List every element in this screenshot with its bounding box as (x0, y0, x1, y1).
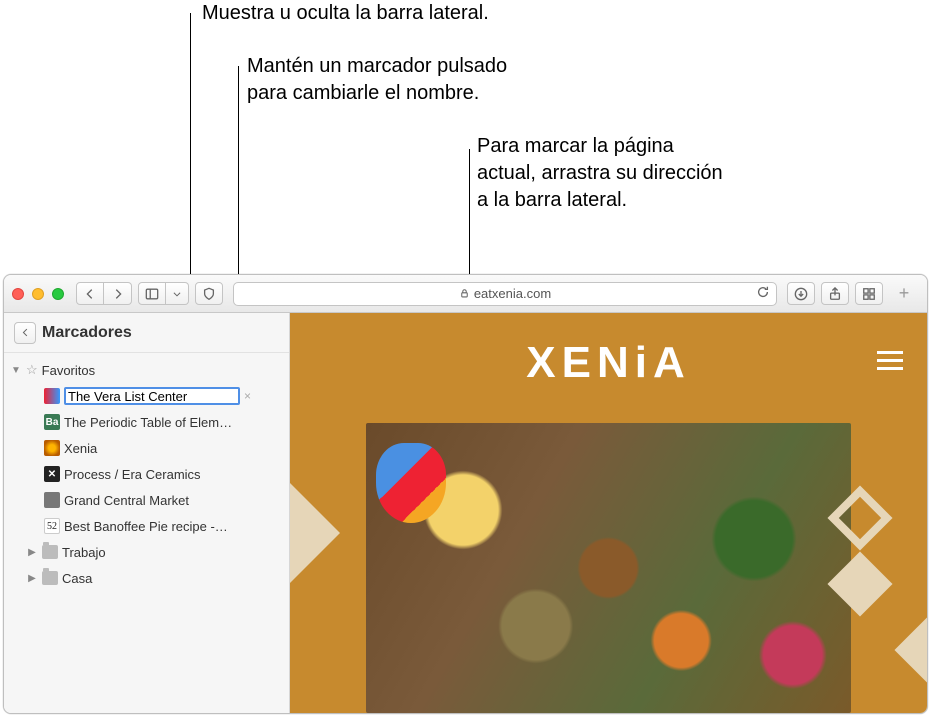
webpage-content: XENiA (290, 313, 927, 713)
lock-icon (459, 288, 470, 299)
bookmark-label: Best Banoffee Pie recipe -… (64, 519, 289, 534)
plus-icon: + (899, 283, 910, 304)
bookmark-item-gcm[interactable]: Grand Central Market (4, 487, 289, 513)
reload-icon (756, 285, 770, 299)
favicon (44, 492, 60, 508)
site-logo: XENiA (526, 338, 690, 388)
close-window-button[interactable] (12, 288, 24, 300)
folder-trabajo[interactable]: ▶ Trabajo (4, 539, 289, 565)
shield-icon (202, 287, 216, 301)
chevron-left-icon (20, 327, 31, 338)
chevron-right-icon (111, 287, 125, 301)
callout-line (469, 149, 470, 281)
callout-drag-url: Para marcar la páginaactual, arrastra su… (477, 133, 723, 214)
favicon: 52 (44, 518, 60, 534)
bookmark-item-vera[interactable]: × (4, 383, 289, 409)
bookmark-label: Grand Central Market (64, 493, 289, 508)
tab-overview-button[interactable] (855, 282, 883, 305)
sidebar-back-button[interactable] (14, 322, 36, 344)
folder-icon (42, 571, 58, 585)
share-button[interactable] (821, 282, 849, 305)
decorative-image (376, 443, 446, 523)
reload-button[interactable] (756, 285, 770, 302)
privacy-report-button[interactable] (195, 282, 223, 305)
chevron-left-icon (83, 287, 97, 301)
folder-label: Casa (62, 571, 289, 586)
decorative-shape (290, 483, 340, 583)
bookmark-label: Xenia (64, 441, 289, 456)
disclosure-triangle-icon[interactable]: ▼ (10, 365, 22, 376)
favicon: Ba (44, 414, 60, 430)
disclosure-triangle-icon[interactable]: ▶ (26, 547, 38, 558)
callout-rename-bookmark: Mantén un marcador pulsadopara cambiarle… (247, 53, 507, 107)
star-icon: ☆ (26, 362, 38, 378)
fullscreen-window-button[interactable] (52, 288, 64, 300)
clear-text-button[interactable]: × (244, 389, 251, 403)
sidebar-title: Marcadores (42, 324, 132, 342)
downloads-button[interactable] (787, 282, 815, 305)
download-icon (794, 287, 808, 301)
bookmarks-sidebar: Marcadores ▼ ☆ Favoritos × Ba The (4, 313, 290, 713)
bookmark-rename-input[interactable] (68, 389, 236, 404)
sidebar-toggle-button[interactable] (138, 282, 166, 305)
forward-button[interactable] (104, 282, 132, 305)
disclosure-triangle-icon[interactable]: ▶ (26, 573, 38, 584)
back-button[interactable] (76, 282, 104, 305)
address-bar[interactable]: eatxenia.com (233, 282, 777, 306)
bookmark-label: The Periodic Table of Elem… (64, 415, 289, 430)
folder-icon (42, 545, 58, 559)
bookmark-item-process[interactable]: ✕ Process / Era Ceramics (4, 461, 289, 487)
callout-sidebar-toggle: Muestra u oculta la barra lateral. (202, 0, 489, 27)
bookmark-item-xenia[interactable]: Xenia (4, 435, 289, 461)
favorites-label: Favoritos (42, 363, 289, 378)
bookmark-item-banoffee[interactable]: 52 Best Banoffee Pie recipe -… (4, 513, 289, 539)
favicon: ✕ (44, 466, 60, 482)
bookmark-label: Process / Era Ceramics (64, 467, 289, 482)
toolbar: eatxenia.com + (4, 275, 927, 313)
site-menu-button[interactable] (877, 351, 903, 370)
bookmark-rename-field[interactable] (64, 387, 240, 405)
window-controls (12, 288, 64, 300)
favicon (44, 440, 60, 456)
folder-casa[interactable]: ▶ Casa (4, 565, 289, 591)
new-tab-button[interactable]: + (889, 283, 919, 304)
chevron-down-icon (172, 289, 182, 299)
sidebar-icon (145, 287, 159, 301)
safari-window: eatxenia.com + Marcadores (3, 274, 928, 714)
share-icon (828, 287, 842, 301)
minimize-window-button[interactable] (32, 288, 44, 300)
url-text: eatxenia.com (474, 286, 551, 301)
favicon (44, 388, 60, 404)
hamburger-icon (877, 351, 903, 354)
folder-label: Trabajo (62, 545, 289, 560)
favorites-folder[interactable]: ▼ ☆ Favoritos (4, 357, 289, 383)
bookmark-item-periodic[interactable]: Ba The Periodic Table of Elem… (4, 409, 289, 435)
decorative-shape (894, 617, 927, 682)
callout-line (190, 13, 191, 281)
grid-icon (862, 287, 876, 301)
sidebar-menu-button[interactable] (166, 282, 189, 305)
